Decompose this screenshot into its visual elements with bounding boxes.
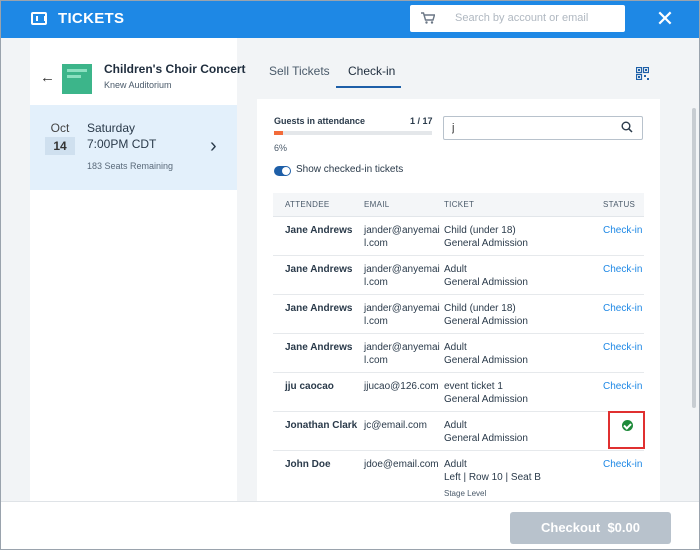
ticket-section: General Admission <box>444 316 528 327</box>
ticket-level: Stage Level <box>444 489 487 498</box>
date-badge: Oct 14 <box>45 121 75 155</box>
ticket-info: Adult General Admission <box>444 263 594 289</box>
attendance-percent: 6% <box>274 143 288 153</box>
search-input[interactable]: Search by account or email <box>410 5 625 32</box>
show-checked-in-toggle[interactable] <box>274 166 291 176</box>
attendee-email: jjucao@126.com <box>364 381 439 392</box>
check-in-button[interactable]: Check-in <box>603 302 642 315</box>
cart-icon <box>421 12 435 24</box>
date-time: 7:00PM CDT <box>87 137 157 151</box>
event-date-card[interactable]: Oct 14 Saturday 7:00PM CDT 183 Seats Rem… <box>30 105 237 190</box>
ticket-seat: Left | Row 10 | Seat B <box>444 472 541 483</box>
check-in-button[interactable]: Check-in <box>603 458 642 471</box>
attendee-email: jander@anyemail.com <box>364 225 440 249</box>
footer-bar: Checkout $0.00 <box>1 501 699 549</box>
table-row: Jonathan Clark jc@email.com Adult General… <box>273 412 644 451</box>
highlight-annotation <box>608 411 645 449</box>
table-row: jju caocao jjucao@126.com event ticket 1… <box>273 373 644 412</box>
toggle-label: Show checked-in tickets <box>296 164 404 175</box>
table-row: John Doe jdoe@email.com Adult Left | Row … <box>273 451 644 501</box>
check-in-button[interactable]: Check-in <box>603 224 642 237</box>
check-in-panel: Guests in attendance 1 / 17 6% Show chec… <box>257 99 660 501</box>
table-row: Jane Andrews jander@anyemail.com Adult Ge… <box>273 256 644 295</box>
table-header: ATTENDEE EMAIL TICKET STATUS <box>273 193 644 217</box>
ticket-info: Adult General Admission <box>444 341 594 367</box>
ticket-type: Adult <box>444 420 467 431</box>
attendee-name: Jane Andrews <box>285 264 353 275</box>
ticket-type: event ticket 1 <box>444 381 503 392</box>
event-panel: ← Children's Choir Concert Knew Auditori… <box>30 38 246 549</box>
attendee-table: ATTENDEE EMAIL TICKET STATUS Jane Andrew… <box>273 193 644 501</box>
top-bar: TICKETS Search by account or email ✕ <box>1 1 699 38</box>
table-row: Jane Andrews jander@anyemail.com Adult Ge… <box>273 334 644 373</box>
attendee-email: jdoe@email.com <box>364 459 439 470</box>
scrollbar[interactable] <box>689 38 699 501</box>
chevron-right-icon[interactable]: › <box>210 135 217 158</box>
search-icon[interactable] <box>621 121 633 133</box>
ticket-info: Child (under 18) General Admission <box>444 302 594 328</box>
ticket-info: event ticket 1 General Admission <box>444 380 594 406</box>
event-thumbnail <box>62 64 92 94</box>
toggle-knob <box>282 167 290 175</box>
ticket-section: General Admission <box>444 433 528 444</box>
ticket-section: General Admission <box>444 277 528 288</box>
ticket-info: Adult General Admission <box>444 419 594 445</box>
checkout-label: Checkout <box>540 520 601 535</box>
column-header-email: EMAIL <box>364 200 390 209</box>
scrollbar-thumb[interactable] <box>692 108 696 408</box>
check-in-button[interactable]: Check-in <box>603 341 642 354</box>
attendee-name: Jane Andrews <box>285 225 353 236</box>
tab-check-in[interactable]: Check-in <box>348 64 395 78</box>
attendee-name: Jane Andrews <box>285 342 353 353</box>
attendee-name: Jane Andrews <box>285 303 353 314</box>
search-placeholder: Search by account or email <box>455 12 589 24</box>
date-month: Oct <box>50 121 70 135</box>
qr-code-icon[interactable] <box>636 67 649 80</box>
close-icon[interactable]: ✕ <box>653 7 677 31</box>
attendee-name: John Doe <box>285 459 331 470</box>
table-row: Jane Andrews jander@anyemail.com Child (… <box>273 295 644 334</box>
seats-remaining: 183 Seats Remaining <box>87 161 174 171</box>
column-header-attendee: ATTENDEE <box>285 200 330 209</box>
active-tab-indicator <box>336 86 401 88</box>
ticket-section: General Admission <box>444 238 528 249</box>
ticket-type: Adult <box>444 342 467 353</box>
attendee-name: jju caocao <box>285 381 334 392</box>
checkout-amount: $0.00 <box>607 520 640 535</box>
date-day: 14 <box>45 137 75 155</box>
back-arrow-icon[interactable]: ← <box>40 69 55 86</box>
event-venue: Knew Auditorium <box>104 80 172 90</box>
checkout-button[interactable]: Checkout $0.00 <box>510 512 671 544</box>
ticket-type: Adult <box>444 459 467 470</box>
ticket-type: Child (under 18) <box>444 303 516 314</box>
event-name: Children's Choir Concert <box>104 62 246 76</box>
attendee-email: jc@email.com <box>364 420 427 431</box>
column-header-ticket: TICKET <box>444 200 475 209</box>
attendee-filter-input[interactable] <box>443 116 643 140</box>
attendee-email: jander@anyemail.com <box>364 264 440 288</box>
check-in-button[interactable]: Check-in <box>603 263 642 276</box>
attendance-progress-bar <box>274 131 432 135</box>
ticket-section: General Admission <box>444 394 528 405</box>
ticket-section: General Admission <box>444 355 528 366</box>
attendance-progress-fill <box>274 131 284 135</box>
attendee-email: jander@anyemail.com <box>364 303 440 327</box>
column-header-status: STATUS <box>603 200 636 209</box>
tab-sell-tickets[interactable]: Sell Tickets <box>269 64 330 78</box>
ticket-type: Child (under 18) <box>444 225 516 236</box>
date-weekday: Saturday <box>87 121 136 135</box>
tickets-window: TICKETS Search by account or email ✕ ← C… <box>0 0 700 550</box>
attendance-count: 1 / 17 <box>410 116 433 126</box>
table-row: Jane Andrews jander@anyemail.com Child (… <box>273 217 644 256</box>
attendee-name: Jonathan Clark <box>285 420 358 431</box>
attendance-label: Guests in attendance <box>274 116 366 126</box>
tab-bar: Sell Tickets Check-in <box>257 58 660 88</box>
check-in-button[interactable]: Check-in <box>603 380 642 393</box>
attendee-email: jander@anyemail.com <box>364 342 440 366</box>
app-title: TICKETS <box>58 10 125 27</box>
ticket-info: Child (under 18) General Admission <box>444 224 594 250</box>
ticket-info: Adult Left | Row 10 | Seat B Stage Level <box>444 458 594 500</box>
ticket-type: Adult <box>444 264 467 275</box>
ticket-icon <box>31 12 47 25</box>
